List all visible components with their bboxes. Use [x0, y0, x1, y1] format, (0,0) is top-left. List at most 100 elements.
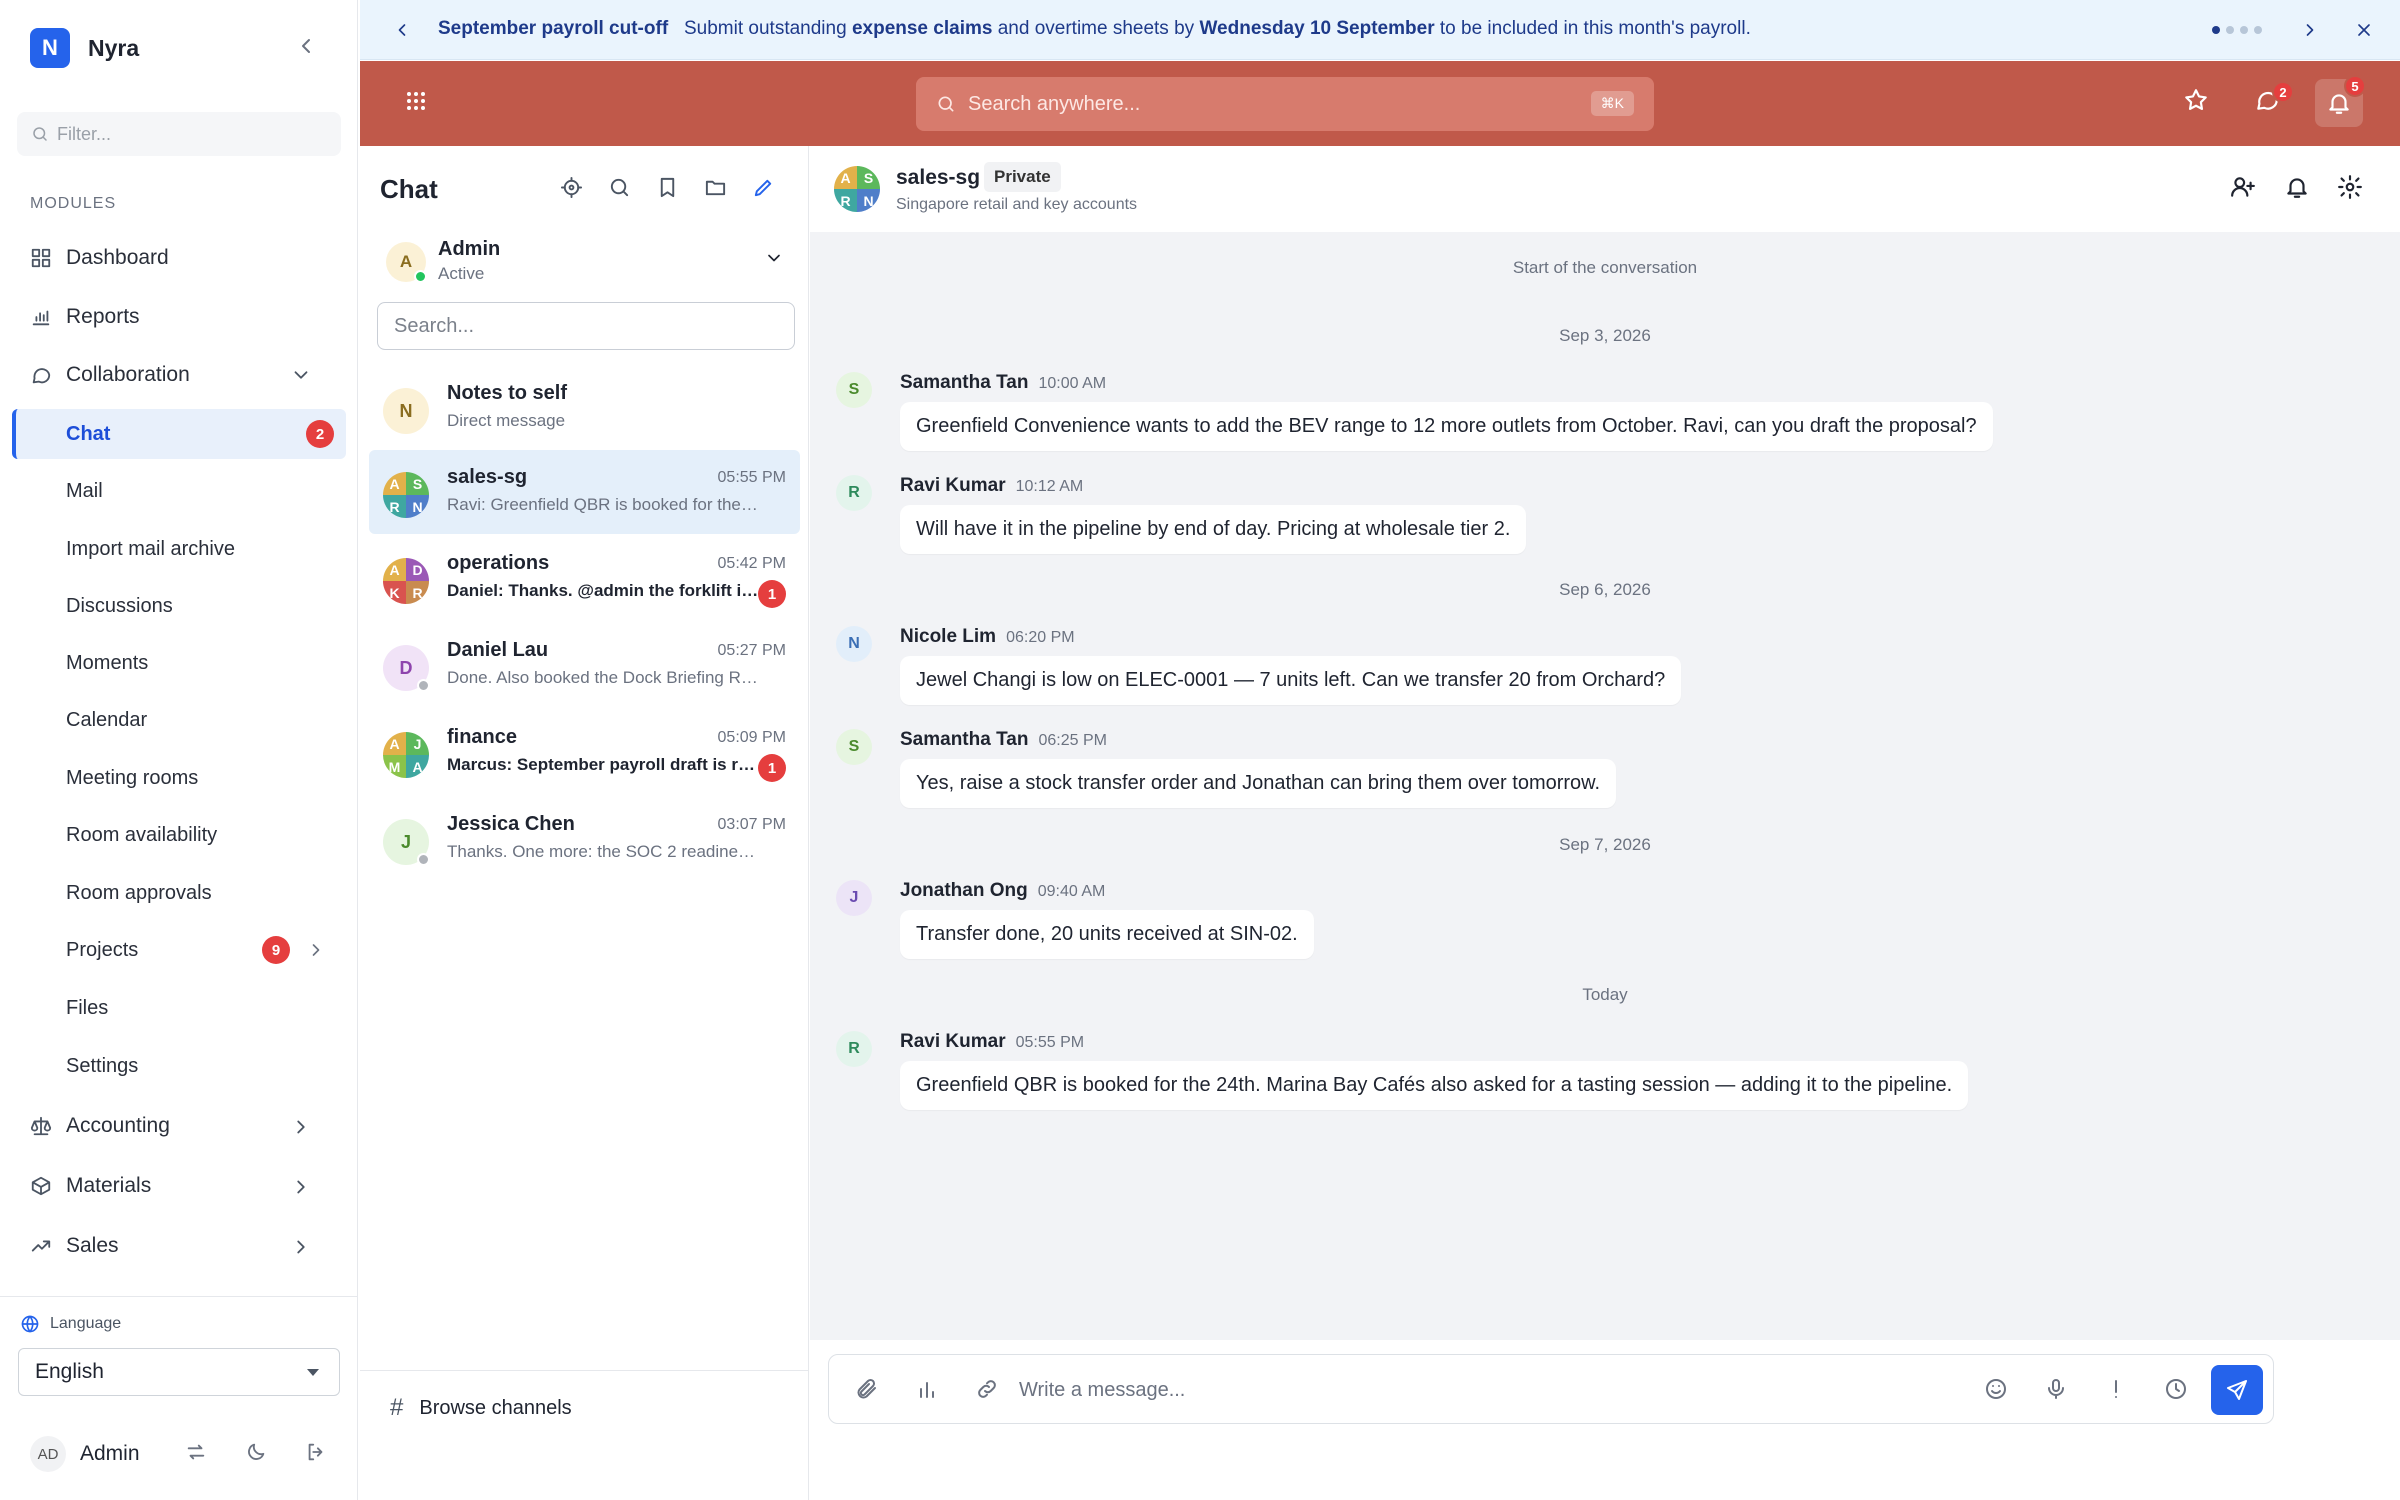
conversation-time: 05:55 PM [717, 469, 786, 486]
priority-icon[interactable] [2104, 1377, 2128, 1401]
conversation-item[interactable]: N Notes to self Direct message [369, 366, 800, 450]
conversation-name: Daniel Lau [447, 639, 549, 661]
star-icon[interactable] [2183, 87, 2209, 113]
language-select[interactable]: English [18, 1348, 340, 1396]
chat-panel-title: Chat [380, 174, 438, 204]
author-name: Samantha Tan [900, 372, 1029, 393]
announcement-pager[interactable] [2212, 26, 2262, 34]
apps-grid-icon[interactable] [404, 89, 428, 113]
switch-icon[interactable] [185, 1441, 207, 1463]
avatar: J [836, 880, 872, 916]
sidebar-item-room-approvals[interactable]: Room approvals [12, 868, 346, 918]
sidebar-item-reports[interactable]: Reports [14, 292, 346, 342]
sidebar-item-label: Projects [66, 938, 139, 961]
brand[interactable]: N Nyra [30, 28, 139, 68]
conversation-name: Jessica Chen [447, 813, 575, 835]
conversation-item[interactable]: J Jessica Chen 03:07 PM Thanks. One more… [369, 797, 800, 881]
folder-icon[interactable] [704, 176, 727, 199]
sidebar-item-calendar[interactable]: Calendar [12, 695, 346, 745]
search-icon [31, 125, 49, 143]
shortcut-hint: ⌘K [1590, 91, 1634, 116]
message-time: 10:12 AM [1015, 478, 1084, 495]
group-avatar: ASRN [834, 166, 880, 212]
date-separator: Sep 7, 2026 [1559, 835, 1651, 854]
sidebar-item-sales[interactable]: Sales [14, 1221, 346, 1271]
sidebar-item-label: Dashboard [66, 246, 169, 269]
sidebar-filter[interactable]: Filter... [17, 112, 341, 156]
author-name: Nicole Lim [900, 626, 997, 647]
search-icon[interactable] [608, 176, 631, 199]
chevron-right-icon[interactable] [2300, 20, 2320, 40]
sidebar-item-chat[interactable]: Chat 2 [12, 409, 346, 459]
offline-indicator [417, 679, 430, 692]
link-icon[interactable] [975, 1377, 999, 1401]
chevron-down-icon [764, 248, 784, 268]
sidebar-item-files[interactable]: Files [12, 983, 346, 1033]
conversation-preview: Daniel: Thanks. @admin the forklift insp… [447, 581, 761, 600]
chevron-left-icon[interactable] [392, 20, 412, 40]
announcement-bar: September payroll cut-off Submit outstan… [360, 0, 2400, 60]
conversation-item[interactable]: ASRN sales-sg 05:55 PM Ravi: Greenfield … [369, 450, 800, 534]
send-button[interactable] [2211, 1365, 2263, 1415]
logout-icon[interactable] [305, 1441, 327, 1463]
author-name: Ravi Kumar [900, 1031, 1006, 1052]
sidebar-item-room-availability[interactable]: Room availability [12, 810, 346, 860]
user-name: Admin [80, 1442, 140, 1465]
bell-icon[interactable] [2284, 174, 2310, 200]
sidebar-divider [0, 1296, 358, 1297]
channel-description: Singapore retail and key accounts [896, 196, 1138, 213]
sidebar-item-label: Chat [66, 422, 111, 445]
language-value: English [35, 1360, 104, 1383]
gear-icon[interactable] [2337, 174, 2363, 200]
conversation-item[interactable]: ADKR operations 05:42 PM Daniel: Thanks.… [369, 536, 800, 620]
paperclip-icon[interactable] [855, 1377, 879, 1401]
close-icon[interactable] [2354, 20, 2374, 40]
announcement-title: September payroll cut-off [438, 18, 669, 39]
sidebar-item-settings[interactable]: Settings [12, 1041, 346, 1091]
user-profile[interactable]: AD Admin [30, 1436, 140, 1472]
sidebar-item-dashboard[interactable]: Dashboard [14, 233, 346, 283]
sidebar-item-mail[interactable]: Mail [12, 466, 346, 516]
browse-channels-button[interactable]: # Browse channels [390, 1394, 572, 1422]
crosshair-icon[interactable] [560, 176, 583, 199]
online-indicator [414, 270, 427, 283]
global-search[interactable]: Search anywhere... ⌘K [916, 77, 1654, 131]
bar-chart-icon [30, 306, 52, 328]
poll-icon[interactable] [915, 1377, 939, 1401]
sidebar-item-label: Collaboration [66, 363, 190, 386]
privacy-badge: Private [984, 162, 1061, 192]
conversation-panel: ASRN sales-sg Private Singapore retail a… [810, 146, 2400, 1500]
conversation-preview: Ravi: Greenfield QBR is booked for the 2… [447, 495, 761, 514]
sidebar-item-accounting[interactable]: Accounting [14, 1101, 346, 1151]
conversation-item[interactable]: AJMA finance 05:09 PM Marcus: September … [369, 710, 800, 794]
microphone-icon[interactable] [2044, 1377, 2068, 1401]
clock-icon[interactable] [2164, 1377, 2188, 1401]
sidebar-item-collaboration[interactable]: Collaboration [14, 350, 346, 400]
chat-search-input[interactable] [377, 302, 795, 350]
language-label: Language [20, 1314, 121, 1334]
sidebar-item-import-mail-archive[interactable]: Import mail archive [12, 524, 346, 574]
bookmark-icon[interactable] [656, 176, 679, 199]
chevron-right-icon [290, 1236, 312, 1258]
sidebar-item-materials[interactable]: Materials [14, 1161, 346, 1211]
sidebar-item-meeting-rooms[interactable]: Meeting rooms [12, 753, 346, 803]
sidebar-item-label: Accounting [66, 1114, 170, 1137]
conversation-time: 05:09 PM [717, 729, 786, 746]
collapse-sidebar-icon[interactable] [294, 34, 318, 58]
caret-down-icon [307, 1369, 319, 1376]
sidebar-item-discussions[interactable]: Discussions [12, 581, 346, 631]
chevron-right-icon [306, 940, 326, 960]
emoji-icon[interactable] [1984, 1377, 2008, 1401]
hash-icon: # [390, 1394, 404, 1421]
avatar: S [836, 729, 872, 765]
moon-icon[interactable] [245, 1441, 267, 1463]
add-user-icon[interactable] [2230, 174, 2256, 200]
sidebar-item-moments[interactable]: Moments [12, 638, 346, 688]
user-status-selector[interactable]: A Admin Active [382, 232, 792, 292]
compose-icon[interactable] [752, 176, 775, 199]
sidebar-item-label: Meeting rooms [66, 766, 199, 789]
message-input[interactable] [1019, 1369, 1919, 1411]
conversation-item[interactable]: D Daniel Lau 05:27 PM Done. Also booked … [369, 623, 800, 707]
sidebar-item-projects[interactable]: Projects 9 [12, 925, 346, 975]
conversation-name: operations [447, 552, 550, 574]
